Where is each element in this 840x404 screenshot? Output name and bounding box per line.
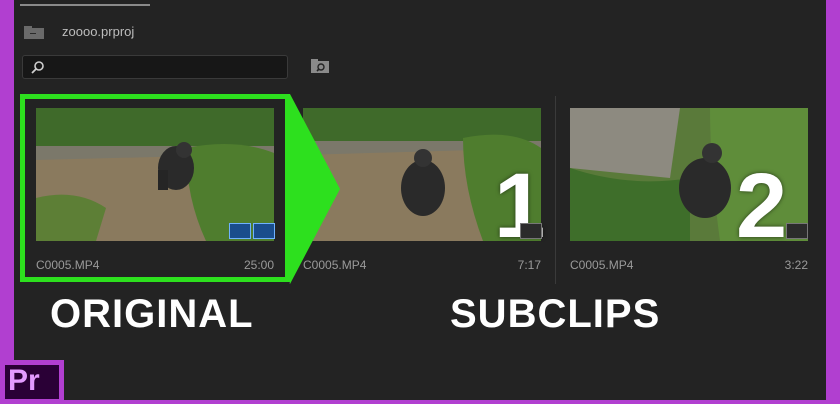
search-input[interactable] xyxy=(22,55,288,79)
project-tab[interactable] xyxy=(20,4,150,6)
find-in-bin-icon[interactable] xyxy=(310,58,330,74)
arrow-icon xyxy=(290,94,340,284)
grid-divider xyxy=(555,96,556,284)
clip-type-badges xyxy=(520,223,542,239)
caption-subclips: SUBCLIPS xyxy=(450,292,661,336)
clip-type-badges xyxy=(786,223,808,239)
project-panel: zoooo.prproj C0005.MP4 25:00 1 C0005.MP4… xyxy=(14,0,826,400)
clip-duration: 3:22 xyxy=(784,258,808,272)
premiere-logo: Pr xyxy=(0,360,64,404)
original-highlight-frame xyxy=(20,94,290,282)
search-icon xyxy=(31,61,44,74)
clip-duration: 7:17 xyxy=(517,258,541,272)
subclip-number: 2 xyxy=(736,155,788,257)
audio-badge-icon xyxy=(786,223,808,239)
audio-badge-icon xyxy=(520,223,542,239)
clip-name: C0005.MP4 xyxy=(570,258,634,272)
caption-original: ORIGINAL xyxy=(50,292,254,336)
project-name: zoooo.prproj xyxy=(62,24,135,39)
folder-icon xyxy=(24,26,44,39)
